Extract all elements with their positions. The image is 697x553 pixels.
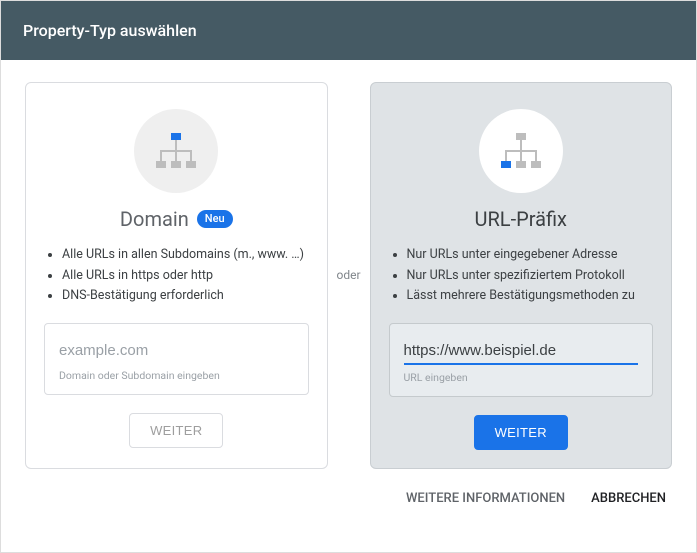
card-urlprefix-title: URL-Präfix	[475, 207, 567, 231]
sitemap-icon	[134, 109, 218, 193]
or-divider: oder	[328, 82, 370, 469]
sitemap-icon	[479, 109, 563, 193]
list-item: DNS-Bestätigung erforderlich	[62, 286, 305, 307]
urlprefix-button-row: WEITER	[389, 415, 654, 450]
continue-button-urlprefix[interactable]: WEITER	[474, 415, 568, 450]
card-domain[interactable]: Domain Neu Alle URLs in allen Subdomains…	[25, 82, 328, 469]
urlprefix-input-helper: URL eingeben	[404, 371, 639, 384]
card-urlprefix-bullets: Nur URLs unter eingegebener Adresse Nur …	[389, 245, 654, 307]
domain-input-helper: Domain oder Subdomain eingeben	[59, 369, 294, 382]
dialog-header: Property-Typ auswählen	[1, 1, 696, 60]
new-badge: Neu	[197, 210, 233, 228]
card-urlprefix-title-row: URL-Präfix	[475, 207, 567, 231]
card-url-prefix[interactable]: URL-Präfix Nur URLs unter eingegebener A…	[370, 82, 673, 469]
dialog-title: Property-Typ auswählen	[23, 21, 197, 40]
list-item: Alle URLs in allen Subdomains (m., www. …	[62, 245, 305, 266]
list-item: Nur URLs unter spezifiziertem Protokoll	[407, 266, 650, 287]
dialog-footer: WEITERE INFORMATIONEN ABBRECHEN	[1, 469, 696, 506]
list-item: Alle URLs in https oder http	[62, 266, 305, 287]
cancel-button[interactable]: ABBRECHEN	[591, 491, 666, 506]
list-item: Lässt mehrere Bestätigungsmethoden zu	[407, 286, 650, 307]
card-domain-title-row: Domain Neu	[120, 207, 233, 231]
more-info-link[interactable]: WEITERE INFORMATIONEN	[406, 491, 565, 506]
domain-input[interactable]	[59, 338, 294, 363]
card-domain-title: Domain	[120, 207, 189, 231]
urlprefix-input-container: URL eingeben	[389, 323, 654, 397]
continue-button-domain: WEITER	[129, 413, 223, 448]
urlprefix-input[interactable]	[404, 338, 639, 365]
card-domain-bullets: Alle URLs in allen Subdomains (m., www. …	[44, 245, 309, 307]
list-item: Nur URLs unter eingegebener Adresse	[407, 245, 650, 266]
cards-container: Domain Neu Alle URLs in allen Subdomains…	[1, 60, 696, 469]
domain-input-container: Domain oder Subdomain eingeben	[44, 323, 309, 395]
or-label: oder	[336, 268, 360, 282]
domain-button-row: WEITER	[44, 413, 309, 448]
